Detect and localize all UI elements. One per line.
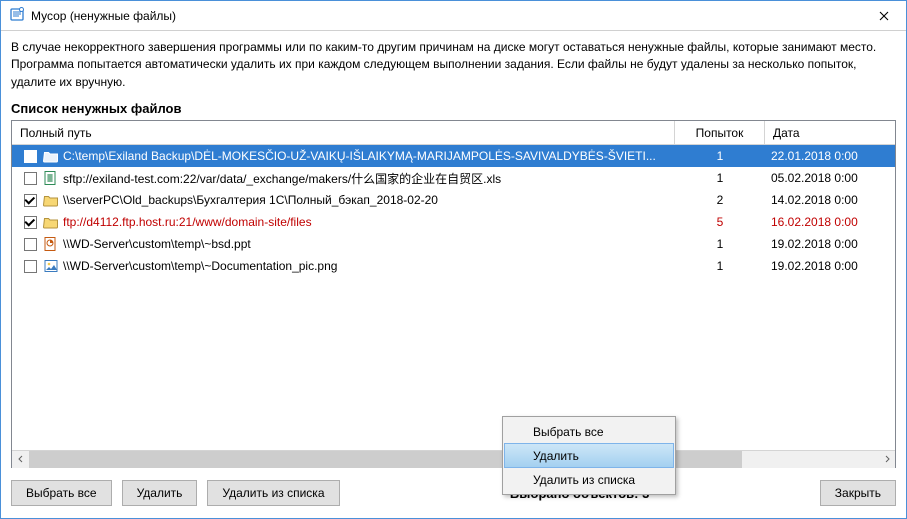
table-row[interactable]: C:\temp\Exiland Backup\DĖL-MOKESČIO-UŽ-V… (12, 145, 895, 167)
cell-path: C:\temp\Exiland Backup\DĖL-MOKESČIO-UŽ-V… (14, 148, 675, 164)
cell-date: 19.02.2018 0:00 (765, 237, 895, 251)
path-text: ftp://d4112.ftp.host.ru:21/www/domain-si… (63, 215, 312, 229)
close-footer-button[interactable]: Закрыть (820, 480, 896, 506)
path-text: C:\temp\Exiland Backup\DĖL-MOKESČIO-UŽ-V… (63, 149, 656, 163)
ctx-delete[interactable]: Удалить (504, 443, 674, 468)
column-path[interactable]: Полный путь (12, 121, 675, 145)
cell-date: 14.02.2018 0:00 (765, 193, 895, 207)
scroll-track[interactable] (29, 451, 878, 468)
remove-from-list-button[interactable]: Удалить из списка (207, 480, 339, 506)
path-text: \\serverPC\Old_backups\Бухгалтерия 1С\По… (63, 193, 438, 207)
scroll-right-arrow[interactable] (878, 451, 895, 468)
row-checkbox[interactable] (24, 260, 37, 273)
folder-icon (43, 192, 59, 208)
cell-date: 16.02.2018 0:00 (765, 215, 895, 229)
ppt-icon (43, 236, 59, 252)
folder-icon (43, 214, 59, 230)
cell-date: 19.02.2018 0:00 (765, 259, 895, 273)
context-menu: Выбрать все Удалить Удалить из списка (502, 416, 676, 495)
scroll-left-arrow[interactable] (12, 451, 29, 468)
row-checkbox[interactable] (24, 194, 37, 207)
list-heading: Список ненужных файлов (11, 101, 896, 116)
table-row[interactable]: \\WD-Server\custom\temp\~Documentation_p… (12, 255, 895, 277)
row-checkbox[interactable] (24, 216, 37, 229)
path-text: \\WD-Server\custom\temp\~Documentation_p… (63, 259, 337, 273)
cell-attempts: 1 (675, 171, 765, 185)
row-checkbox[interactable] (24, 172, 37, 185)
cell-attempts: 1 (675, 237, 765, 251)
select-all-button[interactable]: Выбрать все (11, 480, 112, 506)
row-checkbox[interactable] (24, 238, 37, 251)
table-row[interactable]: \\serverPC\Old_backups\Бухгалтерия 1С\По… (12, 189, 895, 211)
cell-path: sftp://exiland-test.com:22/var/data/_exc… (14, 170, 675, 187)
ctx-remove-from-list[interactable]: Удалить из списка (505, 467, 673, 492)
cell-date: 22.01.2018 0:00 (765, 149, 895, 163)
cell-path: ftp://d4112.ftp.host.ru:21/www/domain-si… (14, 214, 675, 230)
window-title-wrap: Мусор (ненужные файлы) (9, 6, 861, 25)
xls-icon (43, 170, 59, 186)
table-row[interactable]: \\WD-Server\custom\temp\~bsd.ppt 119.02.2… (12, 233, 895, 255)
cell-attempts: 1 (675, 259, 765, 273)
delete-button[interactable]: Удалить (122, 480, 198, 506)
table-row[interactable]: sftp://exiland-test.com:22/var/data/_exc… (12, 167, 895, 189)
table-row[interactable]: ftp://d4112.ftp.host.ru:21/www/domain-si… (12, 211, 895, 233)
app-icon (9, 6, 25, 25)
table-header: Полный путь Попыток Дата (12, 121, 895, 145)
title-bar: Мусор (ненужные файлы) (1, 1, 906, 31)
cell-attempts: 2 (675, 193, 765, 207)
cell-path: \\serverPC\Old_backups\Бухгалтерия 1С\По… (14, 192, 675, 208)
cell-attempts: 5 (675, 215, 765, 229)
path-text: \\WD-Server\custom\temp\~bsd.ppt (63, 237, 251, 251)
close-icon (879, 11, 889, 21)
file-table: Полный путь Попыток Дата C:\temp\Exiland… (11, 120, 896, 468)
window-title: Мусор (ненужные файлы) (31, 9, 176, 23)
cell-date: 05.02.2018 0:00 (765, 171, 895, 185)
close-button[interactable] (861, 1, 906, 31)
horizontal-scrollbar[interactable] (12, 450, 895, 467)
column-date[interactable]: Дата (765, 121, 895, 145)
path-text: sftp://exiland-test.com:22/var/data/_exc… (63, 170, 501, 187)
row-checkbox[interactable] (24, 150, 37, 163)
dialog-window: Мусор (ненужные файлы) В случае некоррек… (0, 0, 907, 519)
footer: Выбрать все Удалить Удалить из списка Вы… (1, 468, 906, 518)
intro-text: В случае некорректного завершения програ… (11, 39, 896, 91)
dialog-body: В случае некорректного завершения програ… (1, 31, 906, 468)
img-icon (43, 258, 59, 274)
column-attempts[interactable]: Попыток (675, 121, 765, 145)
cell-path: \\WD-Server\custom\temp\~bsd.ppt (14, 236, 675, 252)
ctx-select-all[interactable]: Выбрать все (505, 419, 673, 444)
table-body: C:\temp\Exiland Backup\DĖL-MOKESČIO-UŽ-V… (12, 145, 895, 450)
cell-path: \\WD-Server\custom\temp\~Documentation_p… (14, 258, 675, 274)
folder-icon (43, 148, 59, 164)
cell-attempts: 1 (675, 149, 765, 163)
